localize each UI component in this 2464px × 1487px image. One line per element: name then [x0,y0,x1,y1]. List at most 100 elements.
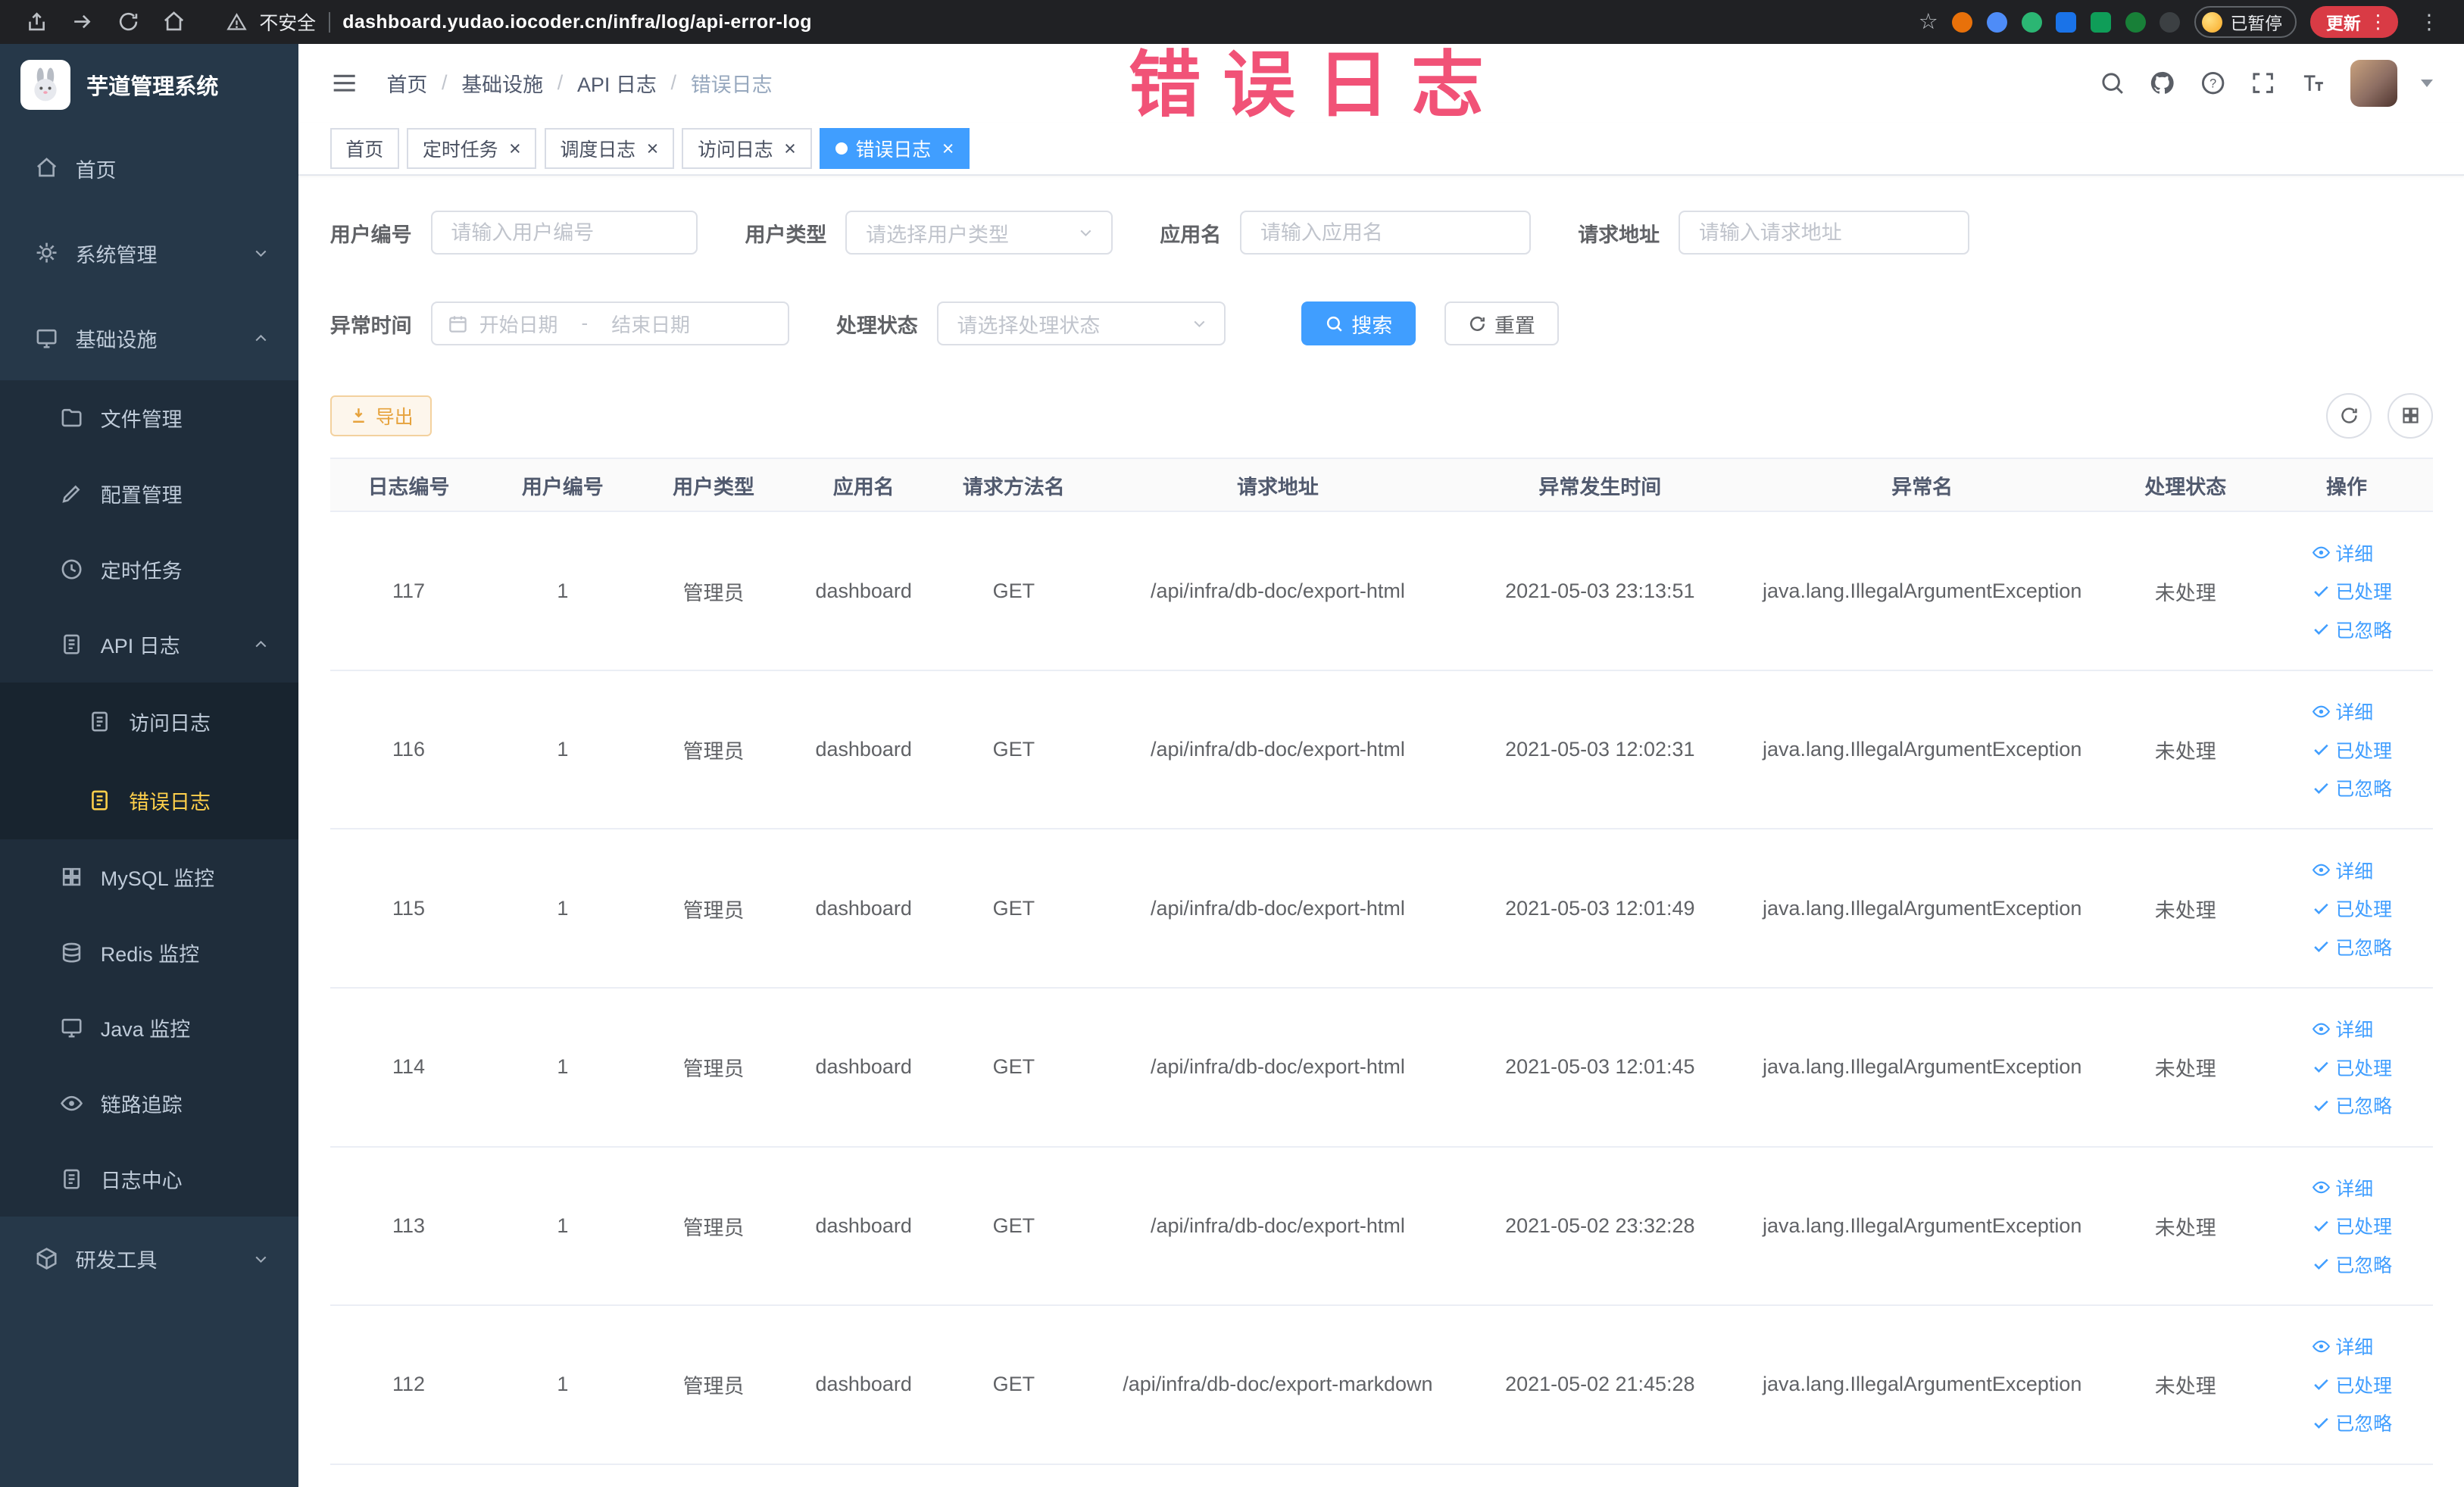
action-link[interactable]: 已处理 [2312,1054,2392,1081]
refresh-icon [1468,314,1487,333]
tab-close-icon[interactable]: × [942,138,954,159]
tab-close-icon[interactable]: × [784,138,796,159]
share-icon[interactable] [25,10,48,33]
view-tab[interactable]: 定时任务 × [407,128,537,170]
action-link[interactable]: 详细 [2312,1015,2373,1042]
chevron-down-icon [1076,223,1095,242]
cell-exception: java.lang.IllegalArgumentException [1733,1146,2111,1307]
edit-icon [60,482,83,505]
sidebar-item[interactable]: Redis 监控 [0,914,299,991]
refresh-button[interactable] [2326,392,2372,439]
action-label: 已忽略 [2335,1414,2393,1435]
avatar[interactable] [2350,59,2397,108]
extension-icon[interactable] [1987,11,2008,33]
tab-close-icon[interactable]: × [509,138,521,159]
sidebar-item[interactable]: API 日志 [0,606,299,683]
sidebar-item[interactable]: MySQL 监控 [0,839,299,915]
action-link[interactable]: 已忽略 [2312,616,2392,643]
font-size-icon[interactable] [2300,70,2326,96]
action-link[interactable]: 详细 [2312,539,2373,567]
search-icon[interactable] [2099,70,2125,96]
browser-menu-icon[interactable]: ⋮ [2412,11,2446,34]
extension-icon[interactable] [2125,11,2146,33]
action-link[interactable]: 详细 [2312,1332,2373,1360]
search-button[interactable]: 搜索 [1301,301,1416,346]
fullscreen-icon[interactable] [2250,70,2276,96]
action-link[interactable]: 已处理 [2312,1212,2392,1239]
action-link[interactable]: 已处理 [2312,736,2392,764]
address-bar[interactable]: 不安全 dashboard.yudao.iocoder.cn/infra/log… [205,8,1913,36]
action-link[interactable]: 已忽略 [2312,774,2392,801]
doc-icon [88,789,111,812]
sidebar-item[interactable]: 错误日志 [0,761,299,839]
sidebar-item[interactable]: 基础设施 [0,295,298,380]
status-select[interactable]: 请选择处理状态 [936,301,1226,346]
sidebar-item[interactable]: 链路追踪 [0,1065,299,1142]
request-url-input[interactable] [1678,211,1969,255]
sidebar-item[interactable]: 配置管理 [0,455,299,532]
update-button[interactable]: 更新 ⋮ [2310,6,2399,38]
extension-icon[interactable] [2160,11,2181,33]
breadcrumb-item[interactable]: 首页 [386,68,427,98]
sidebar-item[interactable]: 研发工具 [0,1217,298,1301]
action-link[interactable]: 已处理 [2312,1371,2392,1398]
filter-exception-time: 异常时间 开始日期 - 结束日期 [330,301,789,346]
sidebar-item[interactable]: 文件管理 [0,380,299,456]
action-link[interactable]: 已忽略 [2312,933,2392,961]
cell-id: 117 [329,511,488,671]
url-text: dashboard.yudao.iocoder.cn/infra/log/api… [342,11,812,33]
sidebar-item-label: 首页 [75,158,117,182]
sidebar-item[interactable]: 系统管理 [0,211,298,295]
chevron-down-icon[interactable] [2421,79,2434,87]
sidebar-item[interactable]: 访问日志 [0,682,299,761]
sidebar-item[interactable]: 日志中心 [0,1141,299,1217]
user-type-select[interactable]: 请选择用户类型 [845,211,1113,255]
date-range-picker[interactable]: 开始日期 - 结束日期 [430,301,789,346]
extension-icon[interactable] [2021,11,2042,33]
extension-icon[interactable] [2056,11,2077,33]
app-name-input[interactable] [1240,211,1531,255]
view-tab[interactable]: 错误日志 × [819,128,970,170]
action-link[interactable]: 已忽略 [2312,1409,2392,1436]
user-id-input[interactable] [430,211,698,255]
export-button[interactable]: 导出 [329,395,433,436]
action-link[interactable]: 详细 [2312,698,2373,725]
columns-button[interactable] [2387,392,2434,439]
sidebar-toggle-icon[interactable] [330,69,358,97]
github-icon[interactable] [2149,70,2175,96]
sidebar-item[interactable]: 首页 [0,126,298,211]
extension-icon[interactable] [1952,11,1973,33]
help-icon[interactable]: ? [2200,70,2226,96]
gear-icon [35,241,58,264]
tab-close-icon[interactable]: × [647,138,659,159]
sidebar-item[interactable]: Java 监控 [0,990,299,1066]
action-link[interactable]: 详细 [2312,1174,2373,1201]
breadcrumb-item[interactable]: API 日志 [577,68,657,98]
action-link[interactable]: 已处理 [2312,577,2392,604]
reset-button[interactable]: 重置 [1444,301,1559,346]
view-tab[interactable]: 调度日志 × [544,128,675,170]
action-link[interactable]: 已忽略 [2312,1251,2392,1278]
paused-badge[interactable]: 已暂停 [2194,6,2297,38]
action-link[interactable]: 已忽略 [2312,1092,2392,1119]
view-tab[interactable]: 首页 [329,128,399,170]
folder-icon [60,406,83,430]
filter-user-id: 用户编号 [330,211,698,255]
cell-method: GET [938,988,1089,1148]
home-icon[interactable] [162,10,186,33]
cell-actions: 详细 已处理 已忽略 [2259,988,2434,1148]
extension-icon[interactable] [2091,11,2111,33]
view-tab[interactable]: 访问日志 × [682,128,812,170]
app-logo[interactable]: 芋道管理系统 [0,44,298,126]
action-link[interactable]: 已处理 [2312,895,2392,922]
sidebar-item[interactable]: 定时任务 [0,531,299,607]
start-date-placeholder: 开始日期 [479,314,558,336]
breadcrumb-separator: / [442,71,448,95]
action-link[interactable]: 详细 [2312,857,2373,884]
reload-icon[interactable] [117,10,140,33]
bookmark-star-icon[interactable]: ☆ [1919,11,1938,33]
breadcrumb-item[interactable]: 基础设施 [461,68,543,98]
forward-icon[interactable] [70,10,94,33]
column-header: 用户编号 [487,457,639,513]
cell-method: GET [938,1305,1089,1465]
